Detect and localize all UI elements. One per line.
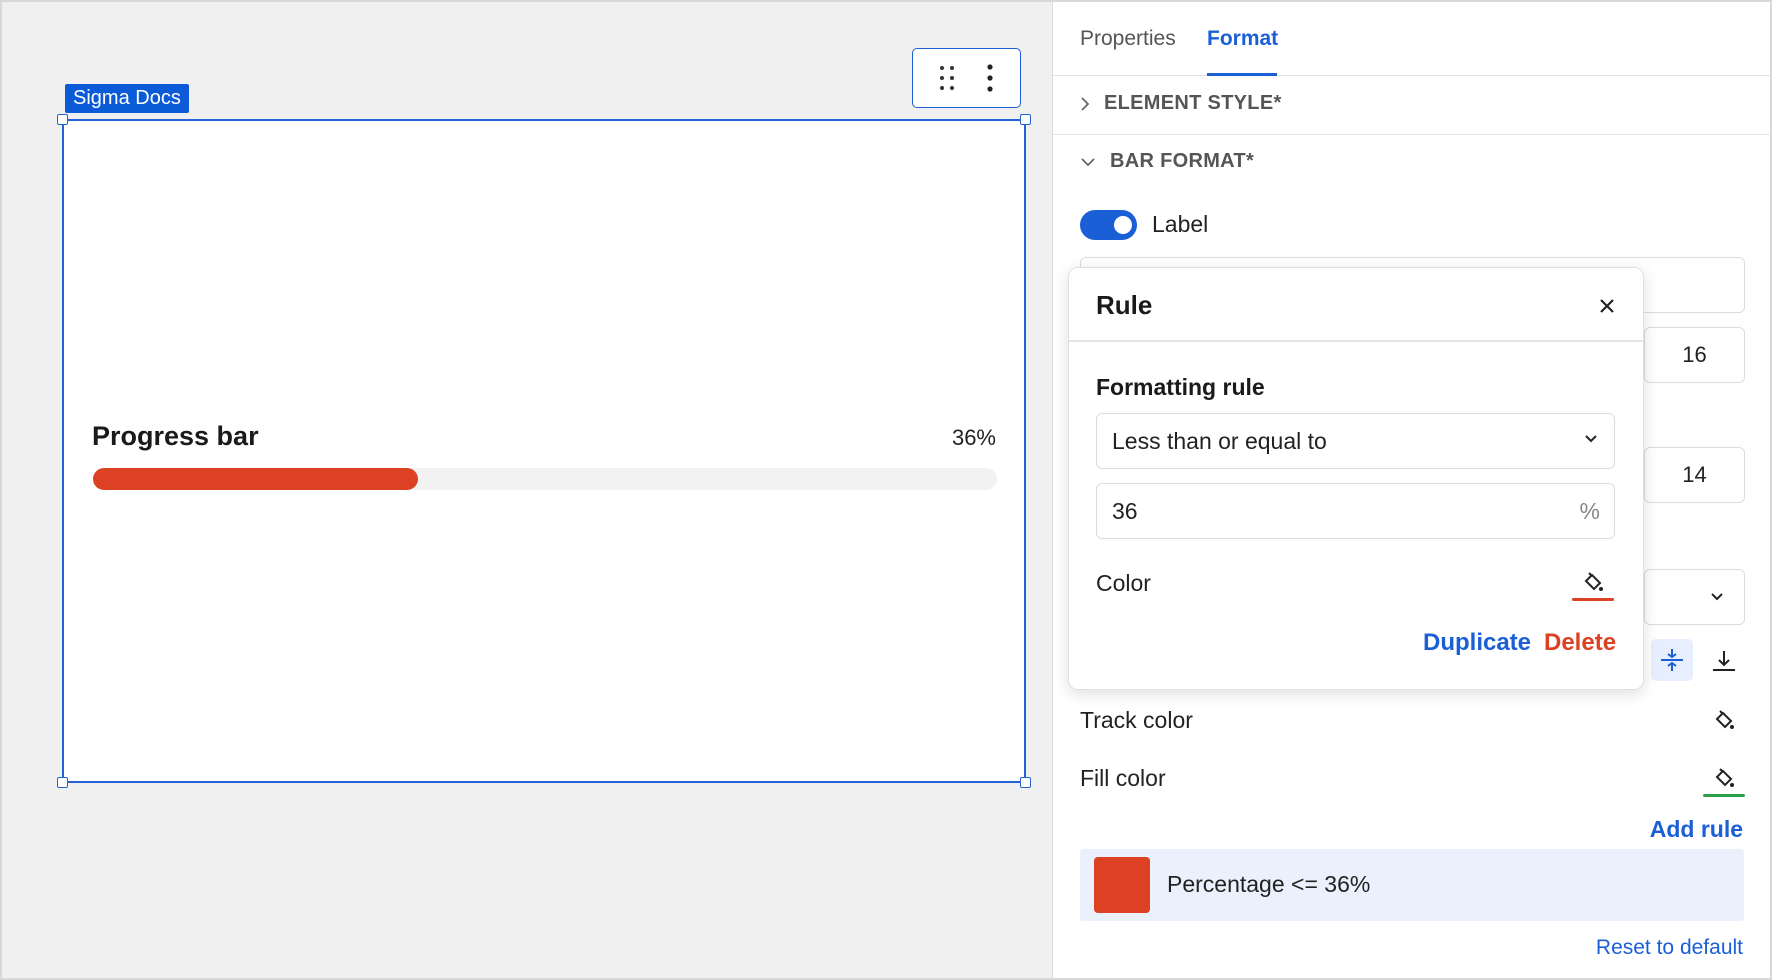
label-toggle-text: Label bbox=[1152, 211, 1209, 237]
align-bottom-button[interactable] bbox=[1703, 639, 1745, 681]
condition-select[interactable]: Less than or equal to bbox=[1096, 413, 1615, 469]
resize-handle-bottom-left[interactable] bbox=[57, 777, 68, 788]
canvas: Sigma Docs Progress bar 36% bbox=[0, 0, 1053, 980]
rule-item-text: Percentage <= 36% bbox=[1167, 871, 1371, 897]
reset-to-default-link[interactable]: Reset to default bbox=[1596, 936, 1743, 960]
close-icon bbox=[1600, 299, 1614, 313]
fill-color-indicator bbox=[1703, 794, 1745, 797]
resize-handle-bottom-right[interactable] bbox=[1020, 777, 1031, 788]
delete-button[interactable]: Delete bbox=[1544, 629, 1616, 657]
more-options-icon[interactable] bbox=[986, 63, 994, 93]
section-element-style-label: ELEMENT STYLE* bbox=[1104, 92, 1282, 114]
track-color-label: Track color bbox=[1080, 707, 1193, 733]
progress-bar-element[interactable]: Progress bar 36% bbox=[62, 119, 1026, 783]
section-divider bbox=[1053, 134, 1770, 135]
chevron-right-icon bbox=[1081, 96, 1090, 111]
rule-popover: Rule Formatting rule Less than or equal … bbox=[1068, 267, 1644, 690]
resize-handle-top-left[interactable] bbox=[57, 114, 68, 125]
duplicate-button[interactable]: Duplicate bbox=[1423, 629, 1531, 657]
paint-bucket-icon bbox=[1715, 768, 1734, 787]
condition-select-value: Less than or equal to bbox=[1112, 428, 1327, 454]
align-center-button[interactable] bbox=[1651, 639, 1693, 681]
progress-bar-track bbox=[93, 468, 997, 490]
section-bar-format-label: BAR FORMAT* bbox=[1110, 150, 1255, 172]
progress-bar-fill bbox=[93, 468, 419, 490]
paint-bucket-icon bbox=[1715, 710, 1734, 729]
panel-tabs: Properties Format bbox=[1053, 2, 1770, 76]
value-font-size-field[interactable]: 14 bbox=[1644, 447, 1745, 503]
rule-item[interactable]: Percentage <= 36% bbox=[1080, 849, 1744, 921]
element-toolbar bbox=[912, 48, 1021, 108]
chevron-down-icon bbox=[1584, 434, 1598, 444]
element-tag: Sigma Docs bbox=[65, 84, 189, 113]
popover-title: Rule bbox=[1096, 290, 1153, 320]
rule-value-unit: % bbox=[1579, 498, 1600, 524]
rule-color-indicator bbox=[1572, 598, 1614, 601]
add-rule-button[interactable]: Add rule bbox=[1650, 816, 1743, 843]
section-bar-format[interactable]: BAR FORMAT* bbox=[1080, 150, 1254, 173]
resize-handle-top-right[interactable] bbox=[1020, 114, 1031, 125]
active-tab-indicator bbox=[1207, 73, 1277, 76]
align-center-icon bbox=[1661, 649, 1683, 671]
tab-properties[interactable]: Properties bbox=[1080, 27, 1176, 51]
paint-bucket-icon bbox=[1584, 572, 1603, 591]
position-dropdown[interactable] bbox=[1644, 569, 1745, 625]
formatting-rule-heading: Formatting rule bbox=[1096, 374, 1265, 400]
progress-bar-title: Progress bar bbox=[92, 421, 259, 451]
label-toggle[interactable] bbox=[1080, 210, 1137, 240]
rule-value-input[interactable]: 36 % bbox=[1096, 483, 1615, 539]
rule-color-swatch bbox=[1094, 857, 1150, 913]
chevron-down-icon bbox=[1711, 593, 1723, 601]
progress-bar-value: 36% bbox=[951, 425, 996, 450]
popover-divider bbox=[1069, 340, 1643, 342]
fill-color-picker[interactable] bbox=[1703, 759, 1745, 797]
fill-color-label: Fill color bbox=[1080, 765, 1166, 791]
rule-value-text: 36 bbox=[1112, 498, 1138, 524]
font-size-field[interactable]: 16 bbox=[1644, 327, 1745, 383]
align-bottom-icon bbox=[1713, 651, 1735, 671]
rule-color-label: Color bbox=[1096, 570, 1151, 596]
track-color-picker[interactable] bbox=[1703, 701, 1745, 739]
drag-handle-icon[interactable] bbox=[939, 65, 955, 91]
close-button[interactable] bbox=[1597, 296, 1617, 316]
tab-format[interactable]: Format bbox=[1207, 27, 1278, 51]
chevron-down-icon bbox=[1081, 157, 1095, 166]
section-element-style[interactable]: ELEMENT STYLE* bbox=[1080, 92, 1282, 115]
rule-color-picker[interactable] bbox=[1572, 563, 1614, 601]
